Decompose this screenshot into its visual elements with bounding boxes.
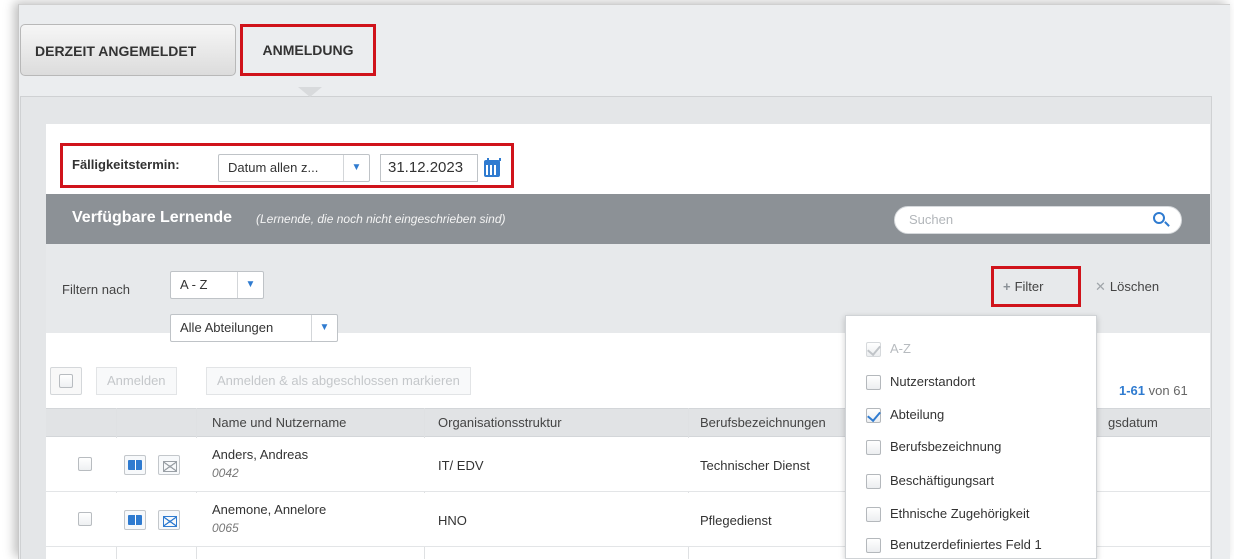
mail-icon[interactable] [158,455,180,475]
select-all-checkbox[interactable] [59,374,73,388]
user-name: Anemone, Annelore [212,502,327,517]
pager-range: 1-61 [1119,383,1146,398]
filter-option-label: A-Z [890,341,911,356]
filter-option-checkbox[interactable] [866,342,881,357]
filter-option-job-title[interactable]: Berufsbezeichnung [846,432,1098,464]
search-input[interactable]: Suchen [894,206,1182,234]
tab-currently-enrolled[interactable]: DERZEIT ANGEMELDET [20,24,236,76]
sort-value: A - Z [180,277,208,292]
filter-option-checkbox[interactable] [866,507,881,522]
list-subtitle: (Lernende, die noch nicht eingeschrieben… [256,212,506,226]
chevron-down-icon: ▼ [237,272,263,298]
add-filter-label: Filter [1014,279,1044,294]
sort-select[interactable]: A - Z ▼ [170,271,264,299]
add-filter-button[interactable]: + Filter [1003,279,1043,294]
pager-total: von 61 [1148,383,1188,398]
filter-option-label: Berufsbezeichnung [890,439,1002,454]
enroll-button[interactable]: Anmelden [96,367,177,395]
due-date-input[interactable]: 31.12.2023 [380,154,478,182]
department-value: Alle Abteilungen [180,320,274,335]
mail-icon[interactable] [158,510,180,530]
due-date-label: Fälligkeitstermin: [72,157,180,172]
user-id: 0065 [212,521,239,535]
due-date-mode-select[interactable]: Datum allen z... ▼ [218,154,370,182]
book-icon[interactable] [124,455,146,475]
filter-option-label: Nutzerstandort [890,374,976,389]
filter-option-custom-field-1[interactable]: Benutzerdefiniertes Feld 1 [846,530,1098,559]
department-select[interactable]: Alle Abteilungen ▼ [170,314,338,342]
org-cell: HNO [438,513,467,528]
row-checkbox[interactable] [78,512,92,526]
chevron-down-icon: ▼ [343,155,369,181]
filter-menu: A-Z Nutzerstandort Abteilung Berufsbezei… [845,315,1097,559]
user-id: 0042 [212,466,239,480]
filter-option-department[interactable]: Abteilung [846,400,1098,432]
column-header-date[interactable]: gsdatum [1108,415,1158,430]
column-header-job[interactable]: Berufsbezeichnungen [700,415,826,430]
row-checkbox[interactable] [78,457,92,471]
column-header-name[interactable]: Name und Nutzername [212,415,346,430]
filter-option-employment-type[interactable]: Beschäftigungsart [846,466,1098,498]
filter-option-checkbox[interactable] [866,474,881,489]
clear-filters-button[interactable]: ✕ Löschen [1095,279,1159,295]
job-cell: Technischer Dienst [700,458,810,473]
filter-by-label: Filtern nach [62,282,130,297]
filter-option-ethnicity[interactable]: Ethnische Zugehörigkeit [846,499,1098,531]
filter-option-label: Benutzerdefiniertes Feld 1 [890,537,1042,552]
filter-option-label: Ethnische Zugehörigkeit [890,506,1030,521]
filter-option-label: Abteilung [890,407,945,422]
close-icon: ✕ [1095,279,1106,294]
tab-enrollment[interactable]: ANMELDUNG [240,24,376,76]
active-tab-indicator [298,87,322,97]
filter-option-location[interactable]: Nutzerstandort [846,367,1098,399]
due-date-mode-value: Datum allen z... [228,160,319,175]
enroll-and-complete-button[interactable]: Anmelden & als abgeschlossen markieren [206,367,471,395]
chevron-down-icon: ▼ [311,315,337,341]
filter-option-checkbox[interactable] [866,538,881,553]
filter-option-checkbox[interactable] [866,440,881,455]
pager-info: 1-61 von 61 [1119,383,1188,398]
org-cell: IT/ EDV [438,458,484,473]
column-header-org[interactable]: Organisationsstruktur [438,415,562,430]
user-name: Anders, Andreas [212,447,309,462]
search-icon[interactable] [1153,212,1165,224]
clear-filters-label: Löschen [1109,279,1160,294]
list-title: Verfügbare Lernende [72,209,233,226]
book-icon[interactable] [124,510,146,530]
job-cell: Pflegedienst [700,513,772,528]
filter-option-a-z[interactable]: A-Z [846,334,1098,366]
calendar-icon[interactable] [484,158,501,177]
select-all-wrapper[interactable] [50,367,82,395]
filter-option-label: Beschäftigungsart [890,473,995,488]
filter-option-checkbox[interactable] [866,408,881,423]
filter-option-checkbox[interactable] [866,375,881,390]
plus-icon: + [1003,279,1011,294]
